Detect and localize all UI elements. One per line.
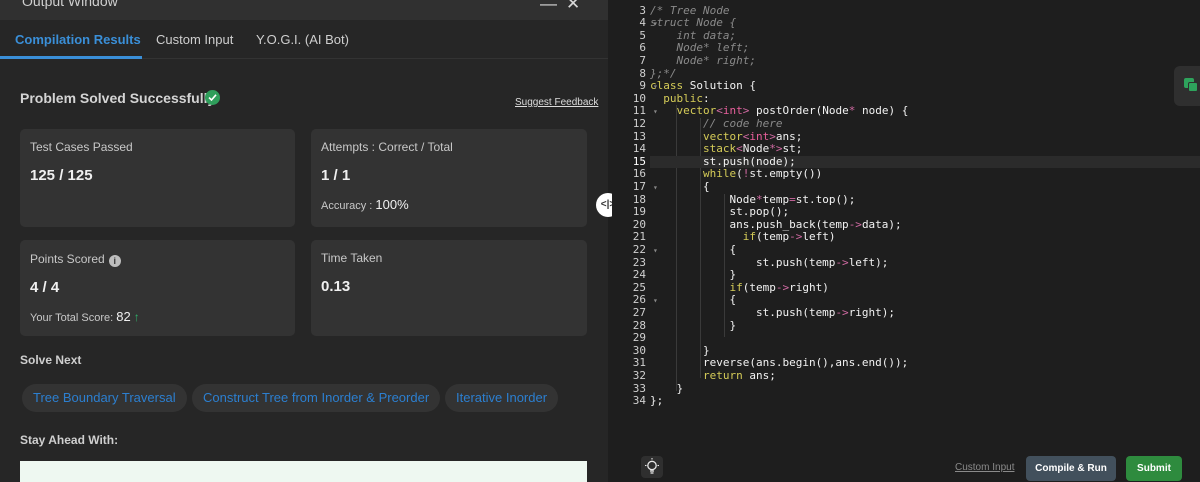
total-score-row: Your Total Score: 82 ↑ <box>30 309 140 324</box>
line-number-gutter: 3 4 ▾ 5 6 7 8 9 ▾ 10 11 ▾ 12 13 14 15 16 17 ▾ 18 19 20 21 22 ▾ 23… <box>612 0 658 448</box>
test-cases-label: Test Cases Passed <box>30 140 133 154</box>
line-number: 17 <box>632 180 646 193</box>
test-cases-value: 125 / 125 <box>30 167 93 184</box>
compile-run-button[interactable]: Compile & Run <box>1026 456 1116 481</box>
line-number: 24 <box>632 268 646 282</box>
line-number: 14 <box>632 142 646 156</box>
promo-banner[interactable] <box>20 461 587 482</box>
points-card: Points Scored i 4 / 4 Your Total Score: 8… <box>20 240 295 336</box>
arrow-up-icon: ↑ <box>133 310 140 324</box>
check-circle-icon <box>205 90 220 105</box>
output-window-titlebar: Output Window — ✕ <box>0 0 608 20</box>
time-card: Time Taken 0.13 <box>311 240 587 336</box>
chip-tree-boundary-traversal[interactable]: Tree Boundary Traversal <box>22 384 187 412</box>
status-title: Problem Solved Successfully <box>20 90 216 106</box>
test-cases-card: Test Cases Passed 125 / 125 <box>20 129 295 227</box>
code-line: } <box>650 381 684 395</box>
code-line: class Solution { <box>650 79 756 93</box>
line-number: 22 <box>632 243 646 256</box>
tab-compilation-results[interactable]: Compilation Results <box>15 32 141 47</box>
custom-input-link[interactable]: Custom Input <box>955 462 1014 473</box>
code-editor[interactable]: 3 4 ▾ 5 6 7 8 9 ▾ 10 11 ▾ 12 13 14 15 16 17 ▾ 18 19 20 21 22 ▾ 23… <box>612 0 1200 448</box>
tab-yogi-ai-bot[interactable]: Y.O.G.I. (AI Bot) <box>256 32 349 47</box>
suggest-feedback-link[interactable]: Suggest Feedback <box>515 97 598 108</box>
close-button[interactable]: ✕ <box>566 0 580 14</box>
minimize-button[interactable]: — <box>540 0 557 14</box>
line-number: 29 <box>632 331 646 345</box>
submit-button[interactable]: Submit <box>1126 456 1182 481</box>
chip-iterative-inorder[interactable]: Iterative Inorder <box>445 384 559 412</box>
accuracy-value: 100% <box>375 197 409 212</box>
points-value: 4 / 4 <box>30 279 60 296</box>
stay-ahead-heading: Stay Ahead With: <box>20 433 119 447</box>
tab-custom-input[interactable]: Custom Input <box>156 32 233 47</box>
code-line: st.pop(); <box>650 205 790 219</box>
accuracy-label: Accuracy : <box>321 200 373 212</box>
line-number: 27 <box>632 306 646 319</box>
output-window-title: Output Window <box>22 0 118 9</box>
attempts-label: Attempts : Correct / Total <box>321 140 453 154</box>
output-tabs: Compilation Results Custom Input Y.O.G.I… <box>0 20 608 59</box>
code-line: return ans; <box>702 369 776 382</box>
copy-panel-icon[interactable] <box>1174 66 1200 106</box>
info-icon[interactable]: i <box>108 255 121 267</box>
line-number: 19 <box>632 205 646 219</box>
line-number: 7 <box>639 54 646 67</box>
line-number: 34 <box>632 394 646 408</box>
points-label: Points Scored <box>30 252 105 266</box>
solve-next-heading: Solve Next <box>20 353 82 367</box>
total-score-value: 82 <box>116 309 131 324</box>
code-line: while(!st.empty()) <box>702 167 823 181</box>
time-label: Time Taken <box>321 251 383 265</box>
time-value: 0.13 <box>321 278 351 295</box>
accuracy-row: Accuracy : 100% <box>321 197 409 212</box>
line-number: 9 <box>639 79 646 93</box>
points-label-row: Points Scored i <box>30 252 121 267</box>
chip-construct-tree[interactable]: Construct Tree from Inorder & Preorder <box>192 384 441 412</box>
square-icon <box>1188 82 1198 92</box>
line-number: 32 <box>632 369 646 382</box>
output-window: Output Window — ✕ Compilation Results Cu… <box>0 0 608 482</box>
code-line: Node* right; <box>650 54 756 67</box>
editor-bottom-bar <box>640 448 1200 482</box>
code-line: } <box>650 318 737 332</box>
code-line: { <box>650 243 737 256</box>
lightbulb-icon[interactable] <box>641 456 663 478</box>
total-score-label: Your Total Score: <box>30 312 114 324</box>
line-number: 12 <box>632 117 646 130</box>
code-line: st.push(temp->right); <box>650 306 896 319</box>
line-number: 4 <box>639 16 646 30</box>
active-tab-indicator <box>0 56 142 59</box>
attempts-card: Attempts : Correct / Total 1 / 1 Accurac… <box>311 129 587 227</box>
code-line: stack<Node*>st; <box>702 142 803 156</box>
code-line: }; <box>650 394 664 408</box>
code-line: { <box>650 180 710 193</box>
attempts-value: 1 / 1 <box>321 167 351 184</box>
